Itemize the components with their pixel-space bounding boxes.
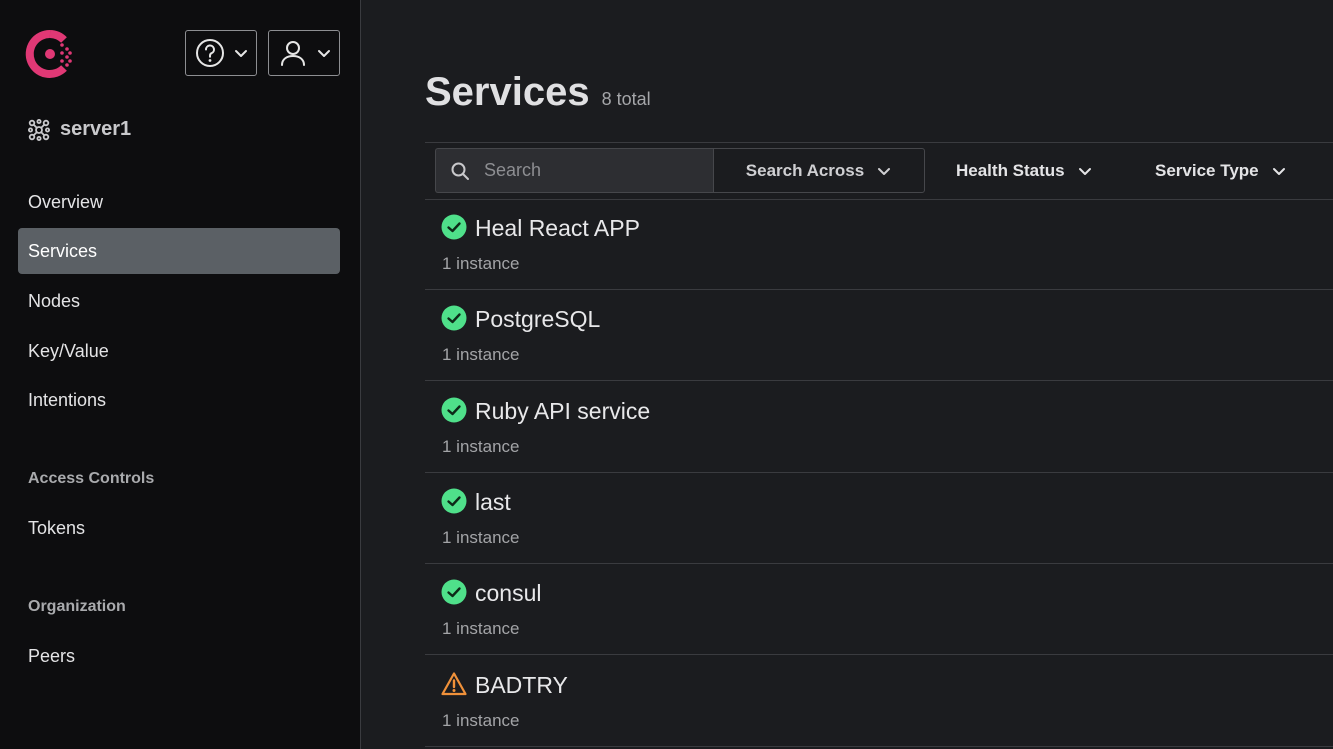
service-instance-count: 1 instance — [442, 711, 520, 730]
main-content: Services 8 total Search Across Health St… — [362, 0, 1333, 749]
page-title: Services — [425, 70, 590, 114]
service-type-dropdown[interactable]: Service Type — [1155, 148, 1287, 193]
nav-heading-access-controls: Access Controls — [28, 470, 155, 487]
question-circle-icon — [196, 39, 224, 67]
service-instance-count: 1 instance — [442, 528, 520, 547]
service-name[interactable]: Ruby API service — [475, 398, 650, 425]
service-type-label: Service Type — [1155, 160, 1259, 180]
service-name[interactable]: last — [475, 489, 511, 516]
service-name[interactable]: consul — [475, 580, 541, 607]
cluster-icon — [28, 118, 50, 141]
nav-item-intentions[interactable]: Intentions — [18, 377, 340, 423]
service-name[interactable]: BADTRY — [475, 672, 568, 699]
service-row[interactable]: consul 1 instance — [425, 564, 1333, 655]
search-box — [435, 148, 714, 193]
health-status-label: Health Status — [956, 160, 1065, 180]
warning-triangle-icon — [441, 672, 467, 696]
chevron-down-icon — [1078, 167, 1091, 175]
nav-item-overview[interactable]: Overview — [18, 179, 340, 225]
chevron-down-icon — [878, 167, 891, 175]
service-row[interactable]: BADTRY 1 instance — [425, 656, 1333, 747]
chevron-down-icon — [318, 50, 330, 57]
service-instance-count: 1 instance — [442, 619, 520, 638]
service-instance-count: 1 instance — [442, 254, 520, 273]
user-menu-button[interactable] — [268, 30, 340, 76]
check-circle-icon — [441, 397, 467, 423]
service-row[interactable]: Heal React APP 1 instance — [425, 199, 1333, 290]
user-icon — [281, 41, 305, 66]
service-instance-count: 1 instance — [442, 437, 520, 456]
chevron-down-icon — [1272, 167, 1285, 175]
filter-bar: Search Across Health Status Service Type — [425, 142, 1333, 200]
nav-item-nodes[interactable]: Nodes — [18, 278, 340, 324]
consul-logo[interactable] — [24, 28, 76, 80]
chevron-down-icon — [235, 50, 247, 57]
service-instance-count: 1 instance — [442, 345, 520, 364]
help-menu-button[interactable] — [185, 30, 257, 76]
search-across-dropdown[interactable]: Search Across — [713, 148, 925, 193]
service-name[interactable]: Heal React APP — [475, 215, 640, 242]
datacenter-label: server1 — [60, 118, 132, 140]
nav-item-key-value[interactable]: Key/Value — [18, 328, 340, 374]
search-across-label: Search Across — [745, 160, 865, 180]
nav-item-services[interactable]: Services — [18, 228, 340, 274]
check-circle-icon — [441, 305, 467, 331]
check-circle-icon — [441, 214, 467, 240]
nav-heading-organization: Organization — [28, 598, 126, 615]
app: server1 Overview Services Nodes Key/Valu… — [0, 0, 1333, 749]
page-header: Services 8 total — [425, 70, 651, 115]
search-input[interactable] — [484, 160, 684, 181]
check-circle-icon — [441, 579, 467, 605]
services-total-count: 8 total — [601, 89, 651, 109]
search-icon — [451, 162, 469, 180]
datacenter-selector[interactable]: server1 — [28, 118, 131, 141]
service-row[interactable]: last 1 instance — [425, 473, 1333, 564]
check-circle-icon — [441, 488, 467, 514]
nav-item-peers[interactable]: Peers — [18, 633, 340, 679]
service-row[interactable]: Ruby API service 1 instance — [425, 382, 1333, 473]
nav-item-tokens[interactable]: Tokens — [18, 505, 340, 551]
service-name[interactable]: PostgreSQL — [475, 306, 600, 333]
sidebar: server1 Overview Services Nodes Key/Valu… — [0, 0, 361, 749]
service-row[interactable]: PostgreSQL 1 instance — [425, 290, 1333, 381]
health-status-dropdown[interactable]: Health Status — [956, 148, 1093, 193]
